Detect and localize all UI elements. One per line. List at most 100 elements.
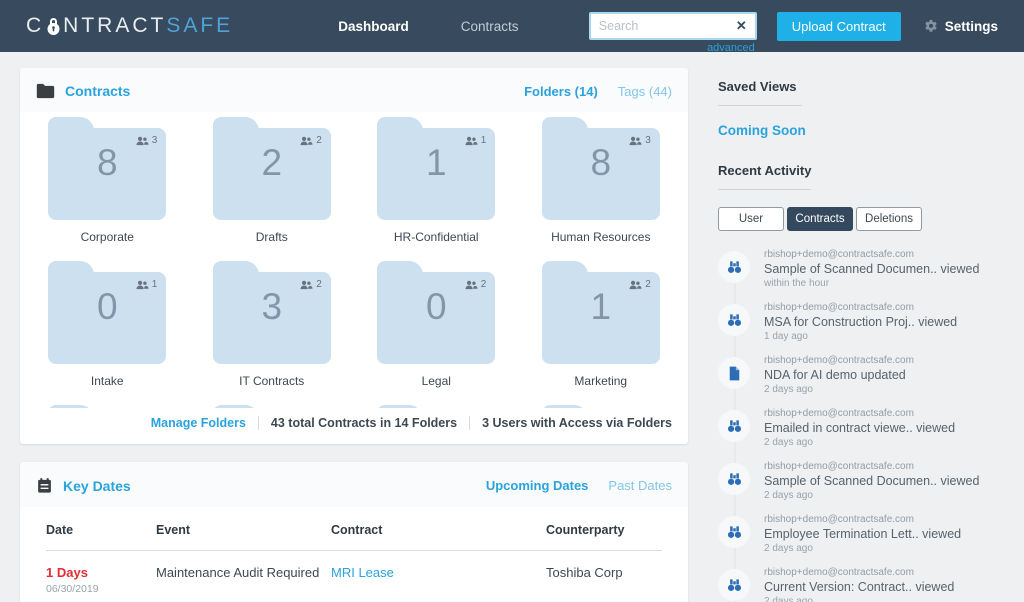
manage-folders-link[interactable]: Manage Folders <box>139 416 258 430</box>
activity-text: Emailed in contract viewe.. viewed <box>764 421 955 435</box>
saved-views-heading: Saved Views <box>718 79 802 106</box>
activity-item[interactable]: rbishop+demo@contractsafe.com Sample of … <box>718 249 1004 289</box>
gear-icon <box>923 18 939 34</box>
search-input[interactable] <box>599 19 736 33</box>
binoculars-icon <box>718 304 750 336</box>
activity-feed: rbishop+demo@contractsafe.com Sample of … <box>718 249 1004 602</box>
folder-contract-count: 3 <box>213 286 331 328</box>
contract-link[interactable]: MRI Lease <box>331 565 546 595</box>
folder-name: Corporate <box>81 230 134 244</box>
folder-contract-count: 0 <box>377 286 495 328</box>
binoculars-icon <box>718 463 750 495</box>
folder-contract-count: 8 <box>542 142 660 184</box>
activity-time: 1 day ago <box>764 331 957 342</box>
activity-time: 2 days ago <box>764 384 914 395</box>
folder-partial[interactable]: 3 <box>540 404 663 408</box>
folder-intake[interactable]: 1 0 Intake <box>46 260 169 388</box>
activity-item[interactable]: rbishop+demo@contractsafe.com MSA for Co… <box>718 302 1004 342</box>
activity-text: Employee Termination Lett.. viewed <box>764 527 961 541</box>
activity-text: MSA for Construction Proj.. viewed <box>764 315 957 329</box>
activity-text: Sample of Scanned Documen.. viewed <box>764 262 979 276</box>
activity-time: within the hour <box>764 278 979 289</box>
folder-corporate[interactable]: 3 8 Corporate <box>46 116 169 244</box>
event-name: Maintenance Audit Required <box>156 565 331 595</box>
folder-drafts[interactable]: 2 2 Drafts <box>211 116 334 244</box>
activity-item[interactable]: rbishop+demo@contractsafe.com NDA for AI… <box>718 355 1004 395</box>
recent-activity-heading: Recent Activity <box>718 163 811 190</box>
past-dates-link[interactable]: Past Dates <box>608 478 672 493</box>
folder-it-contracts[interactable]: 2 3 IT Contracts <box>211 260 334 388</box>
activity-text: Current Version: Contract.. viewed <box>764 580 954 594</box>
tags-count-link[interactable]: Tags (44) <box>618 84 672 99</box>
activity-item[interactable]: rbishop+demo@contractsafe.com Current Ve… <box>718 567 1004 602</box>
padlock-icon <box>45 16 62 36</box>
upload-contract-button[interactable]: Upload Contract <box>777 12 901 41</box>
key-date-row: 1 Days 06/30/2019 Maintenance Audit Requ… <box>46 551 662 595</box>
users-access-stat: 3 Users with Access via Folders <box>469 416 684 430</box>
settings-label: Settings <box>945 19 998 34</box>
binoculars-icon <box>718 410 750 442</box>
upcoming-dates-link[interactable]: Upcoming Dates <box>486 478 589 493</box>
col-date: Date <box>46 523 156 537</box>
activity-item[interactable]: rbishop+demo@contractsafe.com Emailed in… <box>718 408 1004 448</box>
folder-contract-count: 1 <box>377 142 495 184</box>
activity-item[interactable]: rbishop+demo@contractsafe.com Sample of … <box>718 461 1004 501</box>
folder-name: Drafts <box>256 230 288 244</box>
folder-name: Legal <box>422 374 451 388</box>
folders-count-link[interactable]: Folders (14) <box>524 84 598 99</box>
folder-human-resources[interactable]: 3 8 Human Resources <box>540 116 663 244</box>
activity-tab-user[interactable]: User <box>718 207 784 231</box>
col-contract: Contract <box>331 523 546 537</box>
nav-dashboard[interactable]: Dashboard <box>338 19 409 34</box>
total-contracts-stat: 43 total Contracts in 14 Folders <box>258 416 469 430</box>
advanced-search-link[interactable]: advanced <box>707 42 755 54</box>
days-remaining: 1 Days <box>46 565 88 580</box>
contracts-panel: Contracts Folders (14) Tags (44) 3 8 Cor… <box>20 68 688 444</box>
calendar-icon <box>36 477 53 494</box>
top-navbar: C NTRACT SAFE Dashboard Contracts ✕ adva… <box>0 0 1024 52</box>
col-event: Event <box>156 523 331 537</box>
activity-time: 2 days ago <box>764 596 954 602</box>
contractsafe-logo[interactable]: C NTRACT SAFE <box>26 14 233 38</box>
folder-name: Intake <box>91 374 124 388</box>
folder-contract-count: 0 <box>48 286 166 328</box>
logo-text: C <box>26 14 44 38</box>
activity-tab-contracts[interactable]: Contracts <box>787 207 853 231</box>
nav-contracts[interactable]: Contracts <box>461 19 519 34</box>
activity-user-email: rbishop+demo@contractsafe.com <box>764 567 954 578</box>
activity-tab-deletions[interactable]: Deletions <box>856 207 922 231</box>
binoculars-icon <box>718 569 750 601</box>
activity-user-email: rbishop+demo@contractsafe.com <box>764 302 957 313</box>
activity-user-email: rbishop+demo@contractsafe.com <box>764 249 979 260</box>
folder-name: HR-Confidential <box>394 230 479 244</box>
key-dates-title: Key Dates <box>63 478 131 494</box>
activity-user-email: rbishop+demo@contractsafe.com <box>764 461 979 472</box>
activity-text: NDA for AI demo updated <box>764 368 914 382</box>
activity-time: 2 days ago <box>764 543 961 554</box>
folder-name: IT Contracts <box>239 374 304 388</box>
activity-time: 2 days ago <box>764 490 979 501</box>
settings-menu[interactable]: Settings <box>923 18 998 34</box>
key-dates-panel: Key Dates Upcoming Dates Past Dates Date… <box>20 462 688 602</box>
activity-text: Sample of Scanned Documen.. viewed <box>764 474 979 488</box>
folder-marketing[interactable]: 2 1 Marketing <box>540 260 663 388</box>
clear-search-icon[interactable]: ✕ <box>736 18 747 34</box>
folder-name: Marketing <box>574 374 627 388</box>
activity-user-email: rbishop+demo@contractsafe.com <box>764 355 914 366</box>
folder-legal[interactable]: 2 0 Legal <box>375 260 498 388</box>
folder-contract-count: 8 <box>48 142 166 184</box>
activity-item[interactable]: rbishop+demo@contractsafe.com Employee T… <box>718 514 1004 554</box>
folder-grid: 3 8 Corporate 2 2 Drafts 1 1 HR-Confiden… <box>20 112 688 408</box>
folder-icon <box>36 83 55 99</box>
coming-soon-link[interactable]: Coming Soon <box>718 123 1004 138</box>
contracts-panel-title: Contracts <box>65 83 130 99</box>
folder-partial[interactable]: 2 <box>46 404 169 408</box>
folder-contract-count: 2 <box>213 142 331 184</box>
logo-text-safe: SAFE <box>166 14 233 38</box>
folder-hr-confidential[interactable]: 1 1 HR-Confidential <box>375 116 498 244</box>
col-counterparty: Counterparty <box>546 523 662 537</box>
folder-partial[interactable]: 2 <box>375 404 498 408</box>
counterparty-name: Toshiba Corp <box>546 565 662 595</box>
folder-partial[interactable]: 1 <box>211 404 334 408</box>
activity-user-email: rbishop+demo@contractsafe.com <box>764 408 955 419</box>
